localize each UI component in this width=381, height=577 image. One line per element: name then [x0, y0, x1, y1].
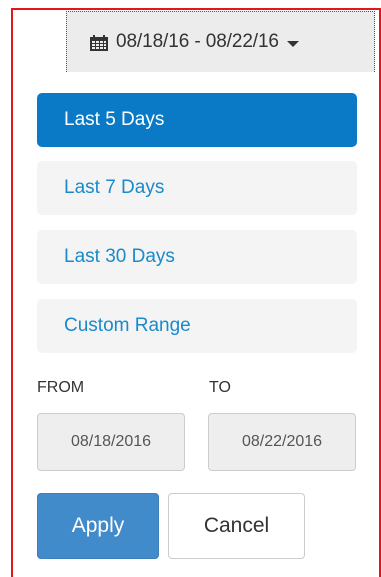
to-label: TO: [209, 379, 231, 396]
from-date-input[interactable]: [37, 413, 185, 471]
to-date-input[interactable]: [208, 413, 356, 471]
range-label: Custom Range: [64, 315, 191, 336]
range-last-5-days[interactable]: Last 5 Days: [37, 93, 357, 147]
cancel-button[interactable]: Cancel: [168, 493, 305, 559]
apply-button[interactable]: Apply: [37, 493, 159, 559]
range-label: Last 5 Days: [64, 109, 165, 130]
from-label: FROM: [37, 379, 85, 396]
range-last-30-days[interactable]: Last 30 Days: [37, 230, 357, 284]
range-custom-range[interactable]: Custom Range: [37, 299, 357, 353]
range-label: Last 7 Days: [64, 177, 165, 198]
date-range-picker-toggle[interactable]: 08/18/16 - 08/22/16: [66, 11, 375, 72]
caret-down-icon: [286, 41, 299, 47]
range-label: Last 30 Days: [64, 246, 175, 267]
calendar-icon: [90, 35, 108, 51]
date-range-text: 08/18/16 - 08/22/16: [116, 31, 279, 52]
range-last-7-days[interactable]: Last 7 Days: [37, 161, 357, 215]
